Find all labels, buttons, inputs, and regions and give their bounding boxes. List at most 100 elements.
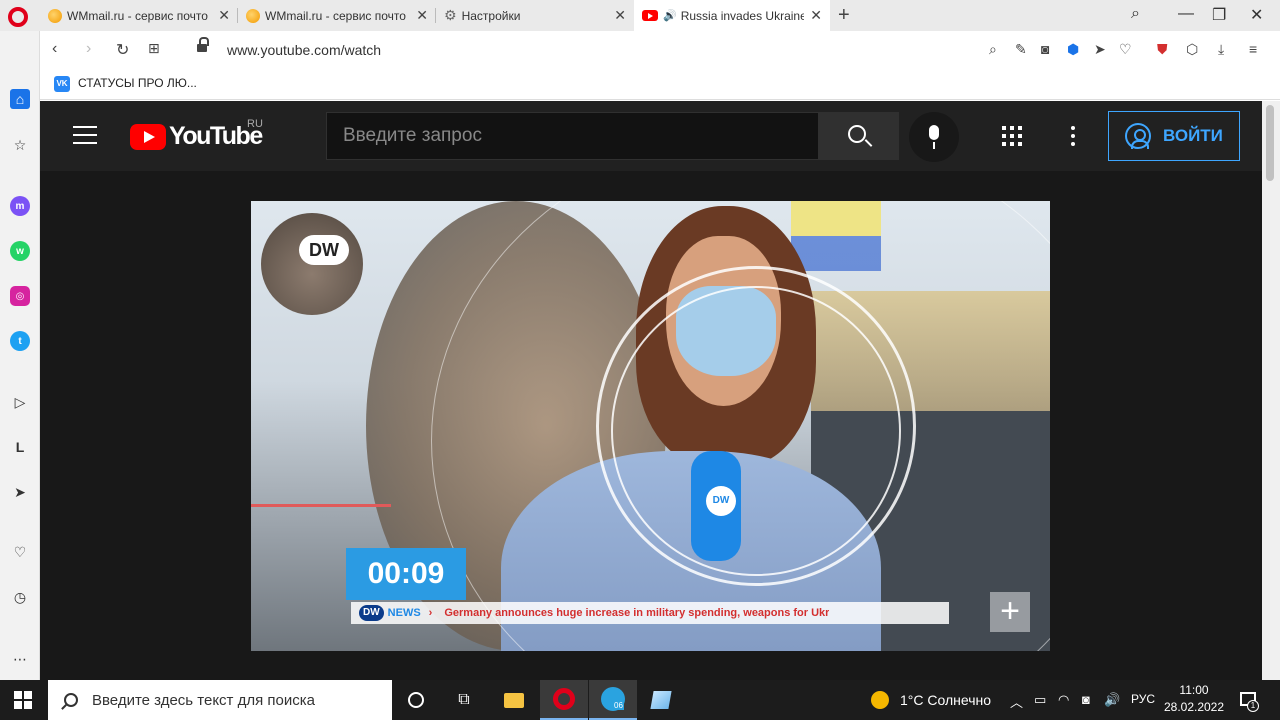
camera-tray-icon[interactable]: ◙ (1082, 692, 1090, 707)
tab-youtube-active[interactable]: 🔊 Russia invades Ukraine ✕ (634, 0, 830, 31)
language-indicator[interactable]: РУС (1131, 692, 1155, 706)
region-label: RU (247, 118, 263, 130)
app-taskbar-button[interactable] (637, 680, 685, 720)
tab-settings[interactable]: ⚙ Настройки ✕ (436, 0, 634, 31)
speaker-icon[interactable]: 🔊 (663, 9, 677, 22)
camera-icon[interactable]: ◙ (1041, 41, 1049, 57)
taskbar-search[interactable]: Введите здесь текст для поиска (48, 680, 392, 720)
new-tab-icon[interactable]: + (838, 4, 850, 27)
ticker-dw-logo: DW (359, 605, 384, 621)
address-bar: ‹ › ↻ ⊞ www.youtube.com/watch ⌕ ✎ ◙ ⬢ ➤ … (40, 31, 1280, 69)
task-view-icon: ⧉ (458, 691, 470, 708)
tab-wmmail-2[interactable]: WMmail.ru - сервис почто ✕ (238, 0, 436, 31)
telegram-badge: 06 (613, 701, 624, 710)
restore-icon[interactable]: ❐ (1212, 5, 1226, 25)
download-icon[interactable]: ⤓ (1218, 41, 1224, 58)
forward-icon[interactable]: › (86, 40, 91, 58)
apps-grid-icon[interactable] (1002, 126, 1022, 146)
voice-search-button[interactable] (909, 112, 959, 162)
youtube-page: YouTube RU ВОЙТИ DW (40, 101, 1262, 680)
close-icon[interactable]: ✕ (416, 7, 428, 24)
close-window-icon[interactable]: ✕ (1250, 5, 1263, 25)
ticker-separator: › (428, 607, 433, 619)
bookmark-statusy[interactable]: СТАТУСЫ ПРО ЛЮ... (78, 76, 197, 90)
sign-in-button[interactable]: ВОЙТИ (1108, 111, 1240, 161)
task-view-button[interactable]: ⧉ (440, 680, 488, 720)
adblock-icon[interactable]: ⛊ (1157, 41, 1168, 58)
youtube-favicon-icon (642, 10, 658, 21)
clock-date: 28.02.2022 (1163, 700, 1225, 714)
whatsapp-icon[interactable]: w (10, 241, 30, 261)
cube-icon[interactable]: ⬡ (1186, 41, 1198, 58)
menu-lines-icon[interactable]: ≡ (1249, 41, 1257, 57)
instagram-icon[interactable]: ◎ (10, 286, 30, 306)
sun-icon[interactable] (871, 691, 889, 709)
star-icon[interactable]: ☆ (10, 135, 30, 155)
history-icon[interactable]: ◷ (10, 587, 30, 607)
lock-icon[interactable] (197, 37, 209, 54)
shield-icon[interactable]: ⬢ (1067, 41, 1079, 58)
folder-icon (504, 692, 524, 708)
minimize-icon[interactable]: — (1178, 5, 1194, 23)
video-timer-overlay: 00:09 (346, 548, 466, 600)
twitter-icon[interactable]: t (10, 331, 30, 351)
close-icon[interactable]: ✕ (218, 7, 230, 24)
tab-title: Настройки (461, 8, 521, 23)
video-red-line (251, 504, 391, 507)
microphone-stand (933, 142, 935, 149)
telegram-icon: 06 (601, 687, 625, 711)
hamburger-menu-icon[interactable] (73, 126, 97, 144)
opera-taskbar-button[interactable] (540, 680, 588, 720)
close-icon[interactable]: ✕ (614, 7, 626, 24)
windows-start-icon[interactable] (14, 691, 32, 709)
back-icon[interactable]: ‹ (52, 40, 57, 58)
plus-button[interactable]: + (990, 592, 1030, 632)
file-explorer-button[interactable] (490, 680, 538, 720)
edit-icon[interactable]: ✎ (1015, 41, 1027, 58)
cortana-button[interactable] (392, 680, 440, 720)
tab-search-icon[interactable]: ⌕ (1131, 5, 1140, 23)
flow-icon[interactable]: L (10, 437, 30, 457)
send-icon[interactable]: ➤ (10, 482, 30, 502)
heart-icon[interactable]: ♡ (10, 542, 30, 562)
player-icon[interactable]: ▷ (10, 392, 30, 412)
scrollbar-thumb[interactable] (1266, 105, 1274, 181)
home-icon[interactable]: ⌂ (10, 89, 30, 109)
close-icon[interactable]: ✕ (810, 7, 822, 24)
clock-time: 11:00 (1179, 683, 1209, 697)
video-player[interactable]: DW DW 00:09 DW NEWS › Germany announces … (251, 201, 1050, 651)
heart-icon[interactable]: ♡ (1119, 41, 1132, 58)
volume-icon[interactable]: 🔊 (1104, 692, 1120, 708)
more-icon[interactable]: ⋯ (10, 649, 30, 669)
tab-title: WMmail.ru - сервис почто (265, 8, 406, 23)
messenger-icon[interactable]: m (10, 196, 30, 216)
speed-dial-icon[interactable]: ⊞ (148, 40, 160, 57)
opera-sidebar: ⌂ ☆ m w ◎ t ▷ L ➤ ♡ ◷ ⋯ (0, 31, 40, 680)
battery-icon[interactable]: ▭ (1034, 692, 1046, 708)
search-input[interactable] (327, 113, 818, 159)
chevron-up-icon[interactable]: ︿ (1010, 692, 1023, 711)
ticker-news-label: NEWS (387, 607, 421, 619)
url-field[interactable]: www.youtube.com/watch (227, 42, 381, 58)
reload-icon[interactable]: ↻ (116, 40, 129, 60)
taskbar-search-placeholder: Введите здесь текст для поиска (92, 691, 315, 709)
ticker-headline: Germany announces huge increase in milit… (444, 607, 830, 619)
search-button[interactable] (819, 112, 899, 160)
zoom-icon[interactable]: ⌕ (989, 41, 997, 58)
notification-count: 1 (1247, 700, 1259, 712)
telegram-taskbar-button[interactable]: 06 (589, 680, 637, 720)
weather-label[interactable]: 1°C Солнечно (900, 692, 991, 708)
wifi-icon[interactable]: ◠ (1058, 692, 1069, 708)
tab-wmmail-1[interactable]: WMmail.ru - сервис почто ✕ (40, 0, 238, 31)
opera-icon (553, 688, 575, 710)
opera-menu-icon[interactable] (8, 7, 28, 27)
youtube-header: YouTube RU ВОЙТИ (40, 101, 1262, 171)
wmmail-favicon-icon (48, 8, 62, 23)
more-options-icon[interactable] (1071, 126, 1075, 146)
graphic-ring-inner (611, 286, 901, 576)
send-icon[interactable]: ➤ (1094, 41, 1106, 58)
system-clock[interactable]: 11:00 28.02.2022 (1162, 683, 1226, 714)
search-icon (848, 125, 866, 143)
youtube-logo-icon[interactable] (130, 124, 166, 150)
page-scrollbar[interactable] (1262, 101, 1280, 680)
